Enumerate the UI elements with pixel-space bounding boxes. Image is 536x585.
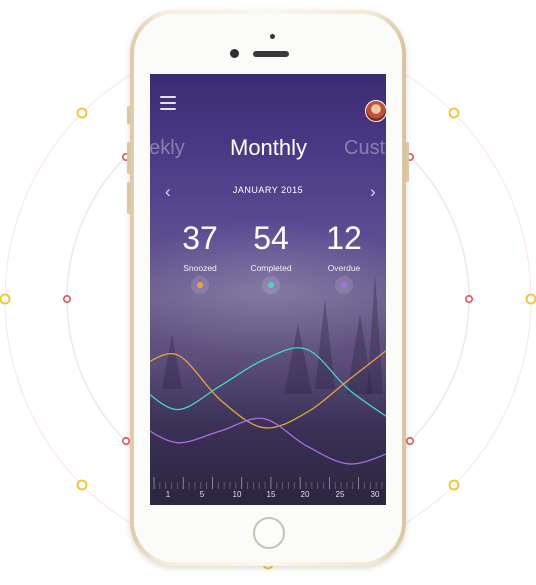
tab-monthly[interactable]: Monthly	[230, 135, 307, 161]
stat-label: Snoozed	[183, 263, 217, 273]
x-tick-label: 25	[335, 490, 345, 499]
phone-side-button	[127, 142, 130, 174]
stat-overdue[interactable]: 12 Overdue	[309, 221, 379, 273]
phone-frame: eekly Monthly Custo ‹ JANUARY 2015 › 37 …	[127, 10, 409, 566]
front-camera	[230, 49, 239, 58]
phone-side-button	[127, 182, 130, 214]
stat-completed[interactable]: 54 Completed	[236, 221, 306, 273]
x-tick-label: 15	[266, 490, 276, 499]
orbit-node-yellow	[76, 479, 88, 491]
stat-label: Completed	[250, 263, 292, 273]
phone-face: eekly Monthly Custo ‹ JANUARY 2015 › 37 …	[134, 14, 402, 562]
orbit-node-red	[464, 294, 473, 303]
stat-value: 54	[253, 220, 289, 256]
overdue-dot-icon[interactable]	[335, 276, 353, 294]
trend-chart	[150, 347, 386, 489]
orbit-node-yellow	[448, 107, 460, 119]
phone-sensor	[270, 34, 275, 39]
series-line-2	[150, 417, 386, 465]
app-screen: eekly Monthly Custo ‹ JANUARY 2015 › 37 …	[150, 74, 386, 505]
orbit-node-yellow	[525, 293, 536, 305]
menu-icon[interactable]	[160, 96, 176, 110]
x-tick-label: 1	[165, 490, 171, 499]
phone-side-button	[127, 106, 130, 124]
x-tick-label: 10	[232, 490, 242, 499]
month-selector: ‹ JANUARY 2015 ›	[150, 182, 386, 202]
tab-weekly[interactable]: eekly	[150, 137, 185, 160]
stat-snoozed[interactable]: 37 Snoozed	[165, 221, 235, 273]
orbit-node-yellow	[448, 479, 460, 491]
avatar[interactable]	[365, 100, 386, 122]
x-axis: 1 5 10 15 20 25 30	[150, 486, 386, 505]
orbit-node-yellow	[76, 107, 88, 119]
month-label: JANUARY 2015	[232, 185, 304, 195]
orbit-node-red	[122, 436, 131, 445]
snoozed-dot-icon[interactable]	[191, 276, 209, 294]
x-tick-label: 5	[199, 490, 205, 499]
x-tick-label: 20	[300, 490, 310, 499]
tab-custom[interactable]: Custo	[344, 137, 386, 160]
earpiece-speaker	[253, 51, 289, 57]
chevron-right-icon[interactable]: ›	[370, 182, 376, 202]
orbit-node-red	[405, 436, 414, 445]
x-tick-label: 30	[370, 490, 380, 499]
stat-label: Overdue	[327, 263, 361, 273]
orbit-node-red	[62, 294, 71, 303]
series-line-0	[150, 347, 386, 417]
stat-value: 12	[326, 220, 362, 256]
orbit-node-yellow	[0, 293, 11, 305]
stat-value: 37	[182, 220, 218, 256]
completed-dot-icon[interactable]	[262, 276, 280, 294]
phone-power-button	[406, 142, 409, 182]
home-button[interactable]	[253, 517, 285, 549]
